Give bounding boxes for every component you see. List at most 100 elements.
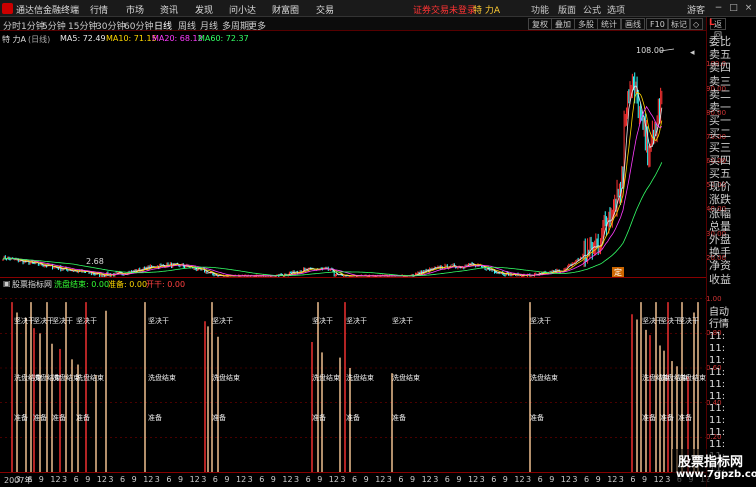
signal-label: 坚决干 [530, 316, 551, 325]
quote-label-14: 总量 [709, 219, 731, 233]
date-tick: 6 [120, 475, 126, 484]
menu-4[interactable]: 问小达 [229, 3, 256, 16]
indicator-name-icon: ▣ [3, 279, 11, 288]
toolbar-btn-4[interactable]: 画线 [621, 18, 645, 30]
toolbar-btn-1[interactable]: 叠加 [551, 18, 575, 30]
app-logo-icon [2, 3, 13, 14]
toolbar-btn-5[interactable]: F10 [646, 18, 669, 30]
date-tick: 3 [201, 475, 207, 484]
period-4[interactable]: 30分钟 [96, 19, 125, 32]
signal-label: 准备 [678, 413, 692, 422]
signal-label: 坚决干 [14, 316, 35, 325]
quote-label-0: 委比 [709, 35, 731, 48]
date-tick: 6 [537, 475, 543, 484]
quote-label-6: 买一 [709, 114, 731, 128]
top-menu-2[interactable]: 公式 [583, 3, 601, 16]
date-tick: 9 [549, 475, 555, 484]
maximize-button[interactable]: □ [727, 2, 740, 14]
indicator-chart[interactable]: 坚决干坚决干坚决干 坚决干 坚决干 坚决干 坚决干 坚决干 坚决干 坚决干 坚决干坚决干坚决干洗… [0, 290, 706, 472]
date-tick: 9 [363, 475, 369, 484]
date-tick: 3 [15, 475, 21, 484]
date-tick: 12 [653, 475, 664, 484]
date-tick: 3 [247, 475, 253, 484]
date-tick: 3 [572, 475, 578, 484]
menu-6[interactable]: 交易 [316, 3, 334, 16]
detail-line-5: 11: [709, 367, 726, 378]
signal-label: 洗盘结束 [346, 373, 374, 382]
stock-name: 特 力A [2, 35, 27, 44]
quote-label-4: 卖二 [709, 87, 731, 101]
top-menu-0[interactable]: 功能 [531, 3, 549, 16]
close-button[interactable]: × [742, 2, 755, 14]
date-tick: 12 [607, 475, 618, 484]
quote-label-8: 买三 [709, 140, 731, 154]
top-menu-4[interactable]: 游客 [687, 3, 705, 16]
detail-line-3: 11: [709, 343, 726, 354]
date-tick: 12 [143, 475, 154, 484]
period-7[interactable]: 周线 [178, 19, 196, 32]
signal-label: 坚决干 [76, 316, 97, 325]
date-tick: 12 [514, 475, 525, 484]
signal-label: 洗盘结束 [392, 373, 420, 382]
signal-label: 准备 [392, 413, 406, 422]
indicator-wash: 洗盘结束: 0.00 [54, 280, 110, 289]
date-tick: 9 [178, 475, 184, 484]
period-5[interactable]: 60分钟 [124, 19, 153, 32]
date-tick: 9 [270, 475, 276, 484]
login-warning[interactable]: 证券交易未登录 [413, 3, 476, 16]
menu-2[interactable]: 资讯 [160, 3, 178, 16]
signal-label: 坚决干 [148, 316, 169, 325]
menu-1[interactable]: 市场 [126, 3, 144, 16]
toolbar-btn-2[interactable]: 多股 [574, 18, 598, 30]
period-3[interactable]: 15分钟 [68, 19, 97, 32]
top-menu-3[interactable]: 选项 [607, 3, 625, 16]
signal-label: 准备 [14, 413, 28, 422]
period-0[interactable]: 分时 [3, 19, 21, 32]
period-6[interactable]: 日线 [154, 19, 172, 32]
period-8[interactable]: 月线 [200, 19, 218, 32]
scroll-arrow-icon[interactable]: ◂ [690, 48, 695, 58]
signal-label: 准备 [76, 413, 90, 422]
indicator-name[interactable]: 股票指标网 [12, 279, 52, 290]
quote-label-17: 净资 [709, 259, 731, 273]
signal-label: 准备 [52, 413, 66, 422]
period-2[interactable]: 5分钟 [42, 19, 66, 32]
app-title: 通达信金融终端 [16, 6, 80, 16]
date-tick: 9 [38, 475, 44, 484]
date-tick: 9 [502, 475, 508, 484]
detail-line-4: 11: [709, 355, 726, 366]
date-tick: 3 [479, 475, 485, 484]
quote-label-5: 卖一 [709, 101, 731, 114]
quote-label-18: 收益 [709, 272, 731, 286]
date-tick: 6 [259, 475, 265, 484]
date-tick: 3 [665, 475, 671, 484]
ma20-line [2, 105, 663, 277]
top-menu-1[interactable]: 版面 [558, 3, 576, 16]
detail-line-2: 11: [709, 331, 726, 342]
date-tick: 6 [584, 475, 590, 484]
date-tick: 12 [282, 475, 293, 484]
minimize-button[interactable]: − [712, 2, 725, 14]
signal-label: 洗盘结束 [530, 373, 558, 382]
menu-3[interactable]: 发现 [195, 3, 213, 16]
toolbar-btn-0[interactable]: 复权 [528, 18, 552, 30]
period-9[interactable]: 多周期 [222, 19, 249, 32]
signal-label: 洗盘结束 [312, 373, 340, 382]
toolbar-btn-7[interactable]: ◇ [689, 18, 704, 30]
date-tick: 3 [340, 475, 346, 484]
menu-5[interactable]: 财富圈 [272, 3, 299, 16]
period-10[interactable]: 更多 [248, 19, 266, 32]
ma20-value: MA20: 68.12 [152, 34, 203, 43]
quote-label-16: 换手 [709, 246, 731, 260]
toolbar-btn-3[interactable]: 统计 [597, 18, 621, 30]
high-price-label: 108.00 [636, 46, 664, 55]
quote-label-1: 卖五 [709, 48, 731, 62]
kline-chart[interactable]: 108.00 2.68 定 ◂ [0, 45, 706, 277]
date-tick: 12 [50, 475, 61, 484]
toolbar-btn-6[interactable]: 标记 [667, 18, 691, 30]
signal-label: 准备 [346, 413, 360, 422]
indicator-ready: 准备: 0.00 [108, 280, 148, 289]
quote-label-13: 涨幅 [709, 206, 731, 220]
date-tick: 6 [305, 475, 311, 484]
menu-0[interactable]: 行情 [90, 3, 108, 16]
